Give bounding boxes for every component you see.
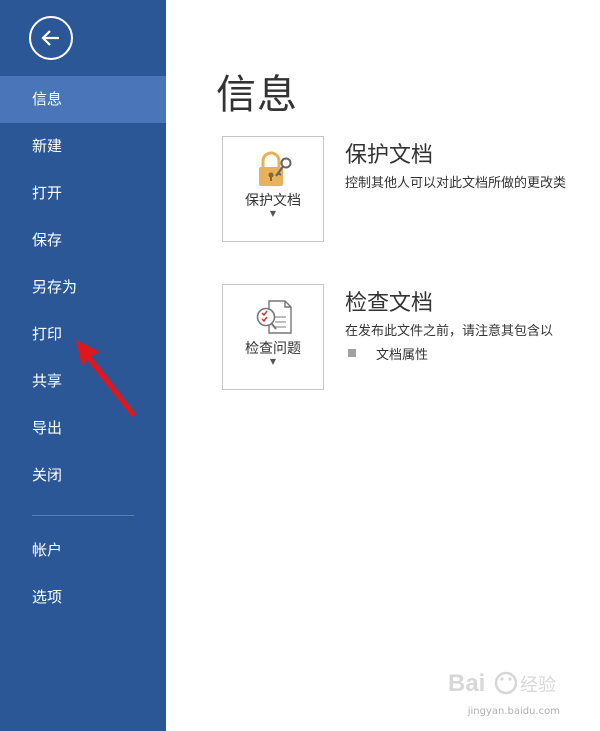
inspect-document-title: 检查文档 xyxy=(345,291,434,316)
inspect-document-description: 在发布此文件之前，请注意其包含以 xyxy=(345,324,554,339)
page-title: 信息 xyxy=(216,72,298,118)
bullet-marker xyxy=(348,349,356,357)
sidebar-item-options[interactable]: 选项 xyxy=(0,574,166,621)
svg-text:Bai: Bai xyxy=(448,670,485,697)
sidebar-divider xyxy=(32,515,134,516)
sidebar-item-save-as[interactable]: 另存为 xyxy=(0,264,166,311)
svg-text:经验: 经验 xyxy=(520,675,556,696)
watermark-url: jingyan.baidu.com xyxy=(467,706,560,717)
protect-document-description: 控制其他人可以对此文档所做的更改类 xyxy=(345,176,567,191)
lock-key-icon xyxy=(259,151,292,186)
protect-document-button[interactable]: 保护文档 ▼ xyxy=(222,136,324,242)
protect-document-title: 保护文档 xyxy=(345,143,434,168)
chevron-down-icon: ▼ xyxy=(269,209,277,218)
check-for-issues-button[interactable]: 检查问题 ▼ xyxy=(222,284,324,390)
sidebar-item-new[interactable]: 新建 xyxy=(0,123,166,170)
document-properties-item: 文档属性 xyxy=(376,348,429,363)
chevron-down-icon: ▼ xyxy=(269,357,277,366)
back-button[interactable] xyxy=(29,16,73,60)
sidebar-item-info[interactable]: 信息 xyxy=(0,76,166,123)
baidu-watermark-logo: Bai 经验 xyxy=(448,670,556,697)
inspect-document-icon xyxy=(256,300,292,334)
protect-document-label: 保护文档 xyxy=(245,193,301,209)
red-arrow-icon xyxy=(76,340,136,417)
back-arrow-icon xyxy=(41,30,59,46)
check-for-issues-label: 检查问题 xyxy=(245,341,301,357)
sidebar-item-open[interactable]: 打开 xyxy=(0,170,166,217)
sidebar-item-save[interactable]: 保存 xyxy=(0,217,166,264)
sidebar-item-account[interactable]: 帐户 xyxy=(0,527,166,574)
sidebar-item-close[interactable]: 关闭 xyxy=(0,452,166,499)
